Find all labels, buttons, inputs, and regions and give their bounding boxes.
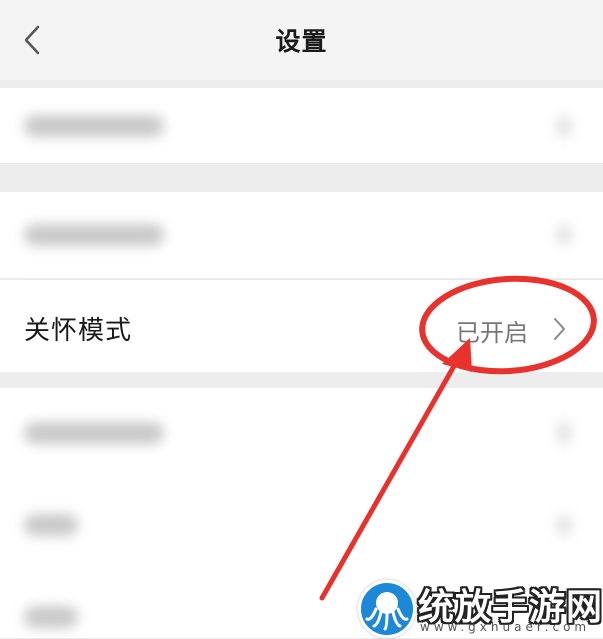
nav-bar: 设置 bbox=[0, 0, 603, 80]
chevron-right-icon bbox=[557, 422, 571, 444]
page-title: 设置 bbox=[275, 27, 328, 56]
blurred-label bbox=[24, 514, 78, 536]
blurred-label bbox=[24, 224, 164, 246]
blurred-label bbox=[24, 422, 164, 444]
chevron-right-icon bbox=[557, 224, 571, 246]
care-mode-status: 已开启 bbox=[456, 319, 528, 347]
chevron-right-icon[interactable] bbox=[549, 316, 569, 342]
list-item[interactable] bbox=[0, 88, 603, 163]
list-item[interactable] bbox=[0, 192, 603, 278]
blurred-label bbox=[24, 606, 78, 628]
chevron-right-icon bbox=[557, 514, 571, 536]
watermark: 统放手游网 www.gxhuaer.com bbox=[352, 574, 603, 638]
octopus-logo-icon bbox=[358, 580, 416, 638]
care-mode-label: 关怀模式 bbox=[24, 316, 133, 346]
chevron-right-icon bbox=[557, 115, 571, 137]
blurred-label bbox=[24, 115, 164, 137]
watermark-url: www.gxhuaer.com bbox=[420, 620, 591, 634]
